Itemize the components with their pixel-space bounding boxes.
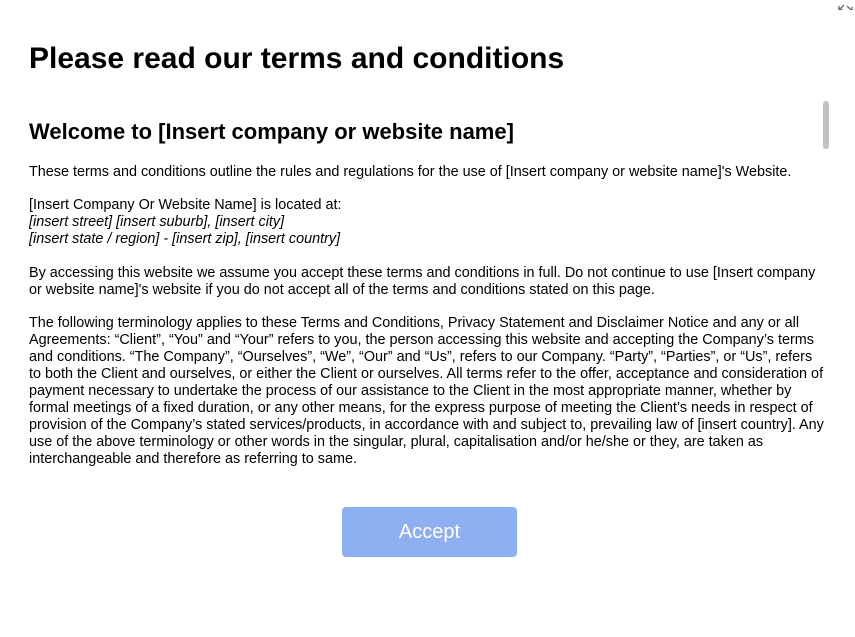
terms-intro: These terms and conditions outline the r…: [29, 164, 792, 180]
terms-heading: Welcome to [Insert company or website na…: [29, 119, 514, 144]
address-line: [insert state / region] - [insert zip], …: [29, 231, 341, 247]
address-line: [insert street] [insert suburb], [insert…: [29, 214, 285, 230]
expand-arrows-icon[interactable]: [837, 0, 855, 10]
page-title: Please read our terms and conditions: [29, 42, 565, 75]
scrollbar-thumb[interactable]: [823, 101, 829, 149]
terms-acceptance: By accessing this website we assume you …: [29, 265, 816, 298]
terms-scroll-area[interactable]: Welcome to [Insert company or website na…: [29, 102, 824, 476]
company-address-block: [Insert Company Or Website Name] is loca…: [29, 197, 824, 248]
location-label: [Insert Company Or Website Name] is loca…: [29, 197, 342, 213]
accept-button[interactable]: Accept: [342, 507, 517, 557]
terms-terminology: The following terminology applies to the…: [29, 315, 824, 467]
